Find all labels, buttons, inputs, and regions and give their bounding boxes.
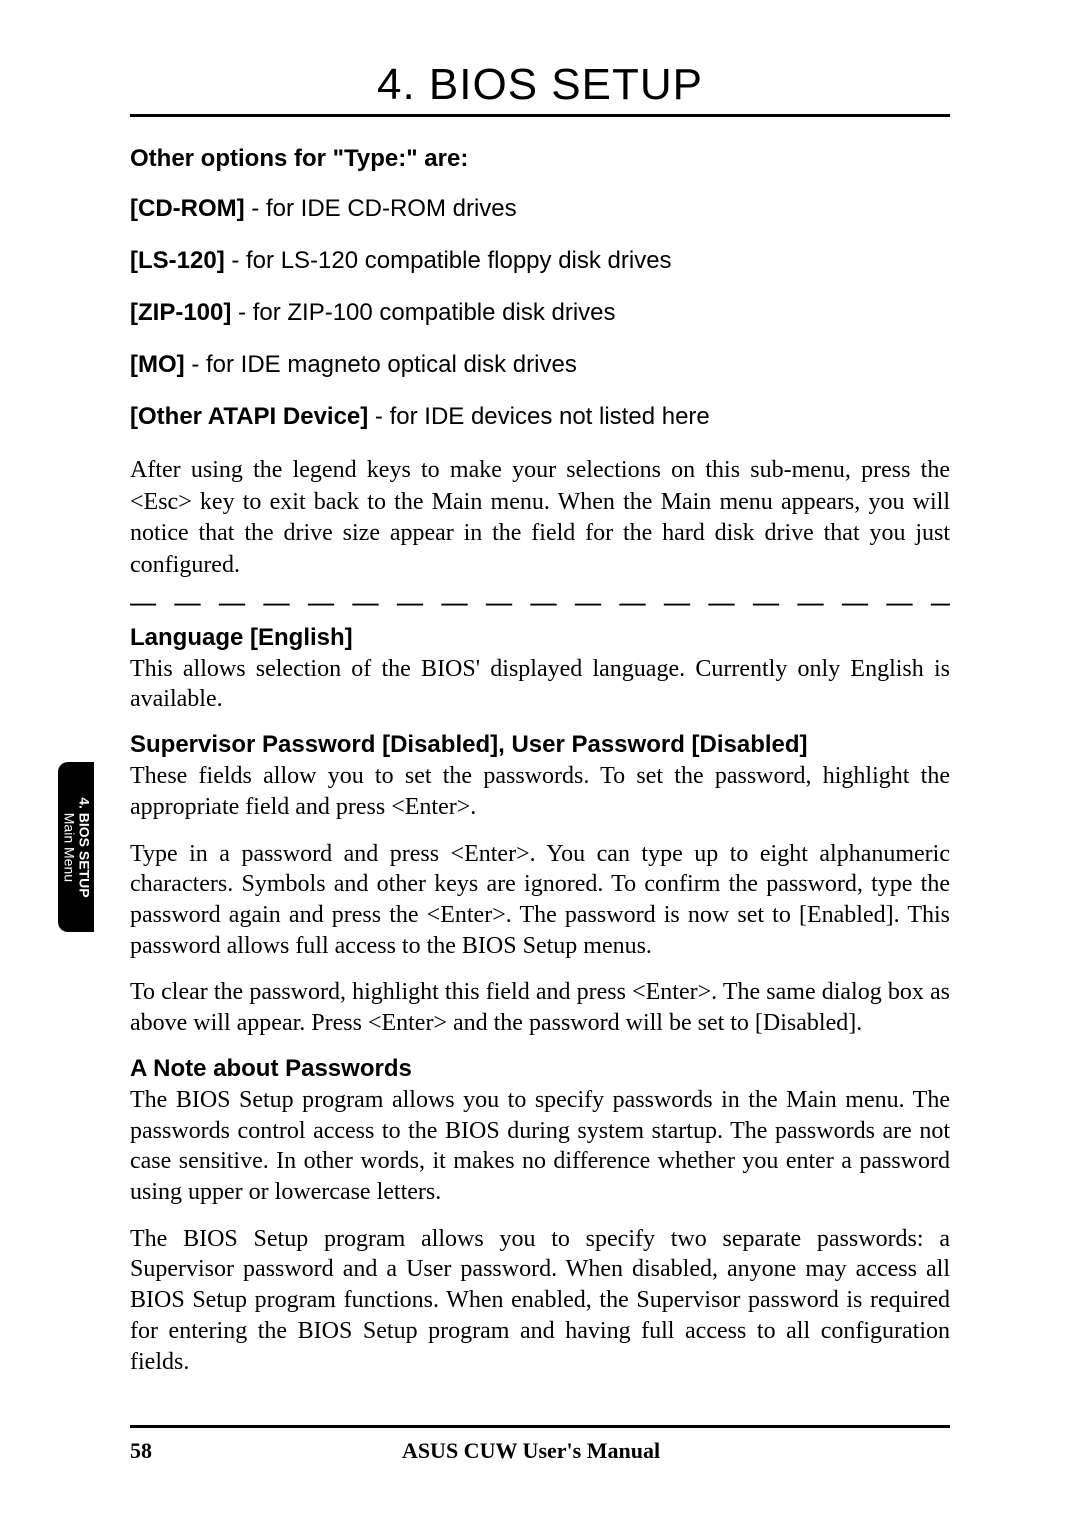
chapter-title: 4. BIOS SETUP: [130, 60, 950, 110]
option-atapi: [Other ATAPI Device] - for IDE devices n…: [130, 403, 950, 431]
option-mo-text: - for IDE magneto optical disk drives: [185, 351, 577, 378]
title-rule: [130, 114, 950, 117]
page-footer: 58 ASUS CUW User's Manual: [130, 1425, 950, 1464]
option-atapi-text: - for IDE devices not listed here: [368, 403, 709, 430]
language-heading: Language [English]: [130, 624, 950, 652]
note-paragraph-1: The BIOS Setup program allows you to spe…: [130, 1085, 950, 1208]
supervisor-paragraph-3: To clear the password, highlight this fi…: [130, 977, 950, 1038]
option-mo: [MO] - for IDE magneto optical disk driv…: [130, 351, 950, 379]
side-tab-inner: 4. BIOS SETUP Main Menu: [61, 797, 92, 897]
option-zip100-label: [ZIP-100]: [130, 299, 231, 326]
option-cdrom-label: [CD-ROM]: [130, 195, 245, 222]
option-ls120-label: [LS-120]: [130, 247, 225, 274]
option-cdrom-text: - for IDE CD-ROM drives: [245, 195, 517, 222]
supervisor-heading: Supervisor Password [Disabled], User Pas…: [130, 731, 950, 759]
dashed-divider: — — — — — — — — — — — — — — — — — — — — …: [130, 588, 950, 618]
supervisor-paragraph-1: These fields allow you to set the passwo…: [130, 761, 950, 822]
footer-row: 58 ASUS CUW User's Manual: [130, 1438, 950, 1464]
after-options-paragraph: After using the legend keys to make your…: [130, 455, 950, 582]
option-zip100: [ZIP-100] - for ZIP-100 compatible disk …: [130, 299, 950, 327]
option-ls120: [LS-120] - for LS-120 compatible floppy …: [130, 247, 950, 275]
footer-page-number: 58: [130, 1438, 152, 1464]
side-tab: 4. BIOS SETUP Main Menu: [58, 762, 94, 932]
option-atapi-label: [Other ATAPI Device]: [130, 403, 368, 430]
note-heading: A Note about Passwords: [130, 1055, 950, 1083]
option-zip100-text: - for ZIP-100 compatible disk drives: [231, 299, 615, 326]
side-tab-title: 4. BIOS SETUP: [76, 797, 92, 897]
side-tab-subtitle: Main Menu: [61, 812, 77, 881]
option-cdrom: [CD-ROM] - for IDE CD-ROM drives: [130, 195, 950, 223]
footer-title: ASUS CUW User's Manual: [152, 1438, 910, 1464]
other-options-heading: Other options for "Type:" are:: [130, 145, 950, 173]
supervisor-paragraph-2: Type in a password and press <Enter>. Yo…: [130, 839, 950, 962]
page-content: 4. BIOS SETUP Other options for "Type:" …: [0, 0, 1080, 1453]
language-paragraph: This allows selection of the BIOS' displ…: [130, 654, 950, 715]
note-paragraph-2: The BIOS Setup program allows you to spe…: [130, 1224, 950, 1378]
footer-rule: [130, 1425, 950, 1428]
option-mo-label: [MO]: [130, 351, 185, 378]
option-ls120-text: - for LS-120 compatible floppy disk driv…: [225, 247, 672, 274]
